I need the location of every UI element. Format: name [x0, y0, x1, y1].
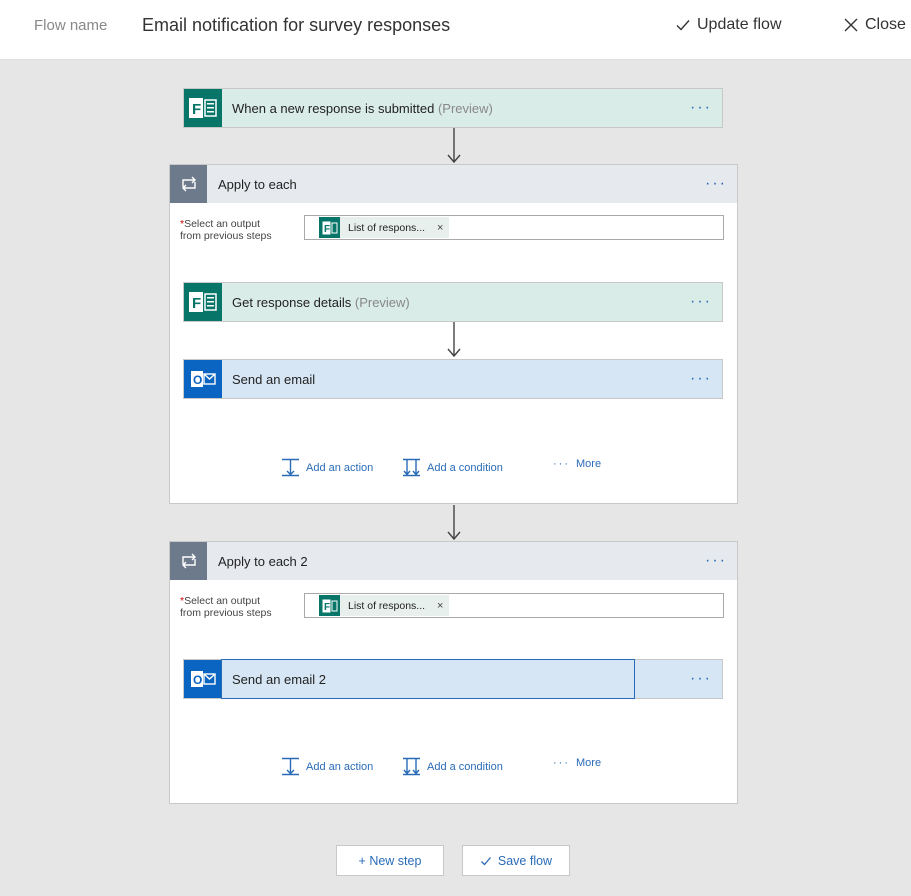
add-action-link[interactable]: Add an action: [281, 458, 373, 477]
output-token: F List of respons... ×: [319, 217, 450, 238]
check-icon: [480, 856, 491, 865]
action-title: Send an email: [232, 371, 316, 387]
new-step-label: + New step: [358, 853, 422, 868]
output-token: F List of respons... ×: [319, 595, 450, 616]
more-link[interactable]: ··· More: [553, 458, 601, 470]
loop-icon: [170, 542, 207, 580]
close-button[interactable]: Close: [843, 16, 906, 34]
token-label: List of respons...: [348, 221, 426, 234]
forms-icon: F: [184, 283, 222, 321]
svg-text:O: O: [193, 673, 202, 687]
select-output-label: *Select an output from previous steps: [180, 595, 272, 619]
select-output-label: *Select an output from previous steps: [180, 218, 272, 242]
outlook-icon: O: [184, 360, 222, 398]
update-flow-button[interactable]: Update flow: [675, 16, 782, 34]
add-condition-icon: [403, 458, 420, 477]
outlook-icon: O: [184, 660, 222, 698]
action-title: Get response details (Preview): [232, 294, 410, 310]
token-remove-button[interactable]: ×: [437, 600, 443, 612]
update-flow-label: Update flow: [697, 16, 782, 33]
ellipsis-icon: ···: [553, 757, 570, 769]
svg-text:F: F: [324, 224, 330, 235]
svg-text:F: F: [192, 101, 201, 118]
svg-text:F: F: [324, 602, 330, 613]
scope-more-button[interactable]: ···: [705, 175, 727, 193]
scope-title: Apply to each: [218, 177, 297, 192]
scope-header[interactable]: Apply to each ···: [170, 165, 737, 203]
connector-arrow: [447, 128, 461, 164]
select-output-input[interactable]: F List of respons... ×: [304, 593, 724, 618]
add-condition-icon: [403, 757, 420, 776]
forms-icon: F: [319, 595, 340, 616]
save-flow-button[interactable]: Save flow: [462, 845, 570, 876]
svg-text:F: F: [192, 295, 201, 312]
scope-header[interactable]: Apply to each 2 ···: [170, 542, 737, 580]
add-condition-link[interactable]: Add a condition: [402, 757, 503, 776]
add-condition-link[interactable]: Add a condition: [402, 458, 503, 477]
trigger-more-button[interactable]: ···: [690, 99, 712, 117]
flow-name-input[interactable]: Email notification for survey responses: [142, 15, 450, 36]
scope-title: Apply to each 2: [218, 554, 308, 569]
send-email-card[interactable]: O Send an email ···: [183, 359, 723, 399]
trigger-card[interactable]: F When a new response is submitted (Prev…: [183, 88, 723, 128]
action-more-button[interactable]: ···: [690, 293, 712, 311]
save-flow-label: Save flow: [497, 853, 553, 868]
preview-tag: (Preview): [437, 100, 493, 116]
flow-name-label: Flow name: [34, 17, 108, 34]
add-action-link[interactable]: Add an action: [281, 757, 373, 776]
forms-icon: F: [184, 89, 222, 127]
action-title-input[interactable]: Send an email 2: [232, 672, 326, 687]
send-email-2-card[interactable]: O Send an email 2 ···: [183, 659, 723, 699]
add-action-icon: [282, 458, 299, 477]
close-icon: [844, 18, 858, 32]
top-bar: Flow name Email notification for survey …: [0, 0, 911, 60]
connector-arrow: [447, 322, 461, 358]
connector-arrow: [447, 505, 461, 541]
token-remove-button[interactable]: ×: [437, 222, 443, 234]
get-response-details-card[interactable]: F Get response details (Preview) ···: [183, 282, 723, 322]
add-action-icon: [282, 757, 299, 776]
token-label: List of respons...: [348, 599, 426, 612]
action-more-button[interactable]: ···: [690, 670, 712, 688]
loop-icon: [170, 165, 207, 203]
select-output-input[interactable]: F List of respons... ×: [304, 215, 724, 240]
close-label: Close: [865, 16, 906, 33]
trigger-title: When a new response is submitted (Previe…: [232, 100, 493, 116]
check-icon: [676, 20, 690, 31]
ellipsis-icon: ···: [553, 458, 570, 470]
more-link[interactable]: ··· More: [553, 757, 601, 769]
action-more-button[interactable]: ···: [690, 370, 712, 388]
svg-text:O: O: [193, 373, 202, 387]
forms-icon: F: [319, 217, 340, 238]
preview-tag: (Preview): [354, 294, 410, 310]
new-step-button[interactable]: + New step: [336, 845, 444, 876]
scope-more-button[interactable]: ···: [705, 552, 727, 570]
